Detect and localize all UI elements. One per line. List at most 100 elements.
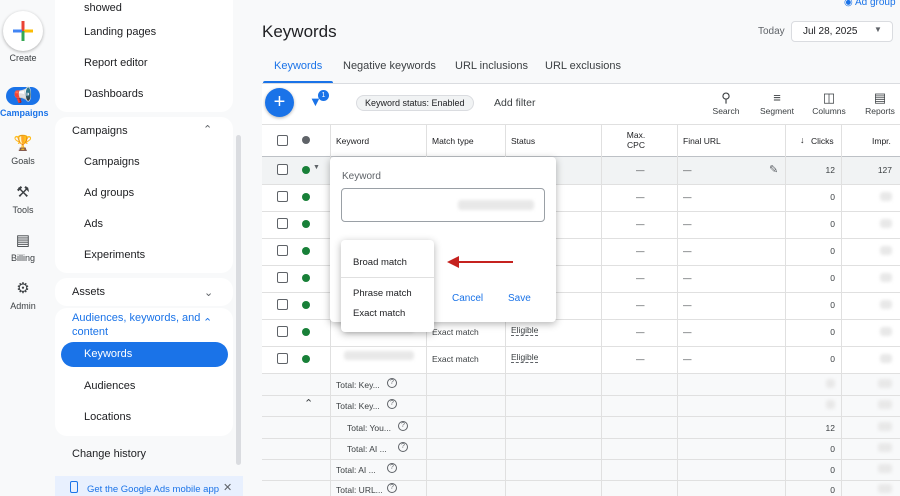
search-icon: ⚲	[721, 90, 731, 105]
filter-chip-status[interactable]: Keyword status: Enabled	[356, 95, 474, 111]
col-header-keyword[interactable]: Keyword	[336, 136, 369, 146]
total-impr-redacted	[878, 422, 892, 431]
help-icon[interactable]: ?	[387, 483, 397, 493]
row-checkbox[interactable]	[277, 245, 288, 256]
clicks-cell: 0	[830, 192, 835, 202]
col-header-clicks[interactable]: Clicks	[811, 136, 834, 146]
tab-keywords[interactable]: Keywords	[274, 60, 322, 72]
col-header-final-url[interactable]: Final URL	[683, 136, 721, 146]
final-url-cell: —	[683, 219, 692, 229]
help-icon[interactable]: ?	[387, 399, 397, 409]
nav-item-audiences[interactable]: Audiences	[84, 380, 135, 392]
nav-item-experiments[interactable]: Experiments	[84, 249, 145, 261]
mobile-app-link[interactable]: Get the Google Ads mobile app	[87, 484, 219, 495]
total-impr-redacted	[878, 443, 892, 452]
rail-item-tools[interactable]: ⚒ Tools	[0, 184, 46, 215]
clicks-cell: 0	[830, 246, 835, 256]
chevron-up-icon[interactable]: ⌃	[203, 316, 212, 329]
status-enabled-dot	[302, 301, 310, 309]
tab-url-inclusions[interactable]: URL inclusions	[455, 60, 528, 72]
rail-item-label: Campaigns	[0, 108, 49, 118]
rail-item-goals[interactable]: 🏆 Goals	[0, 135, 46, 166]
status-enabled-dot	[302, 274, 310, 282]
toolbar-search[interactable]: ⚲ Search	[708, 90, 744, 116]
nav-item-locations[interactable]: Locations	[84, 411, 131, 423]
create-button[interactable]	[3, 11, 43, 51]
status-dropdown-icon[interactable]: ▼	[313, 164, 320, 171]
dropdown-arrow-icon: ▼	[874, 25, 882, 34]
nav-item-ad-groups[interactable]: Ad groups	[84, 187, 134, 199]
toolbar-reports-label: Reports	[865, 106, 895, 116]
row-checkbox[interactable]	[277, 272, 288, 283]
phone-icon	[70, 481, 78, 493]
help-icon[interactable]: ?	[398, 421, 408, 431]
col-header-match-type[interactable]: Match type	[432, 136, 474, 146]
add-keyword-button[interactable]: +	[265, 88, 294, 117]
chevron-up-icon[interactable]: ⌃	[203, 123, 212, 136]
max-cpc-cell: —	[636, 300, 645, 310]
max-cpc-cell: —	[636, 354, 645, 364]
nav-section-audiences[interactable]: Audiences, keywords, and content	[72, 311, 202, 339]
menu-item-broad-match[interactable]: Broad match	[353, 257, 407, 268]
keyword-text-redacted	[344, 351, 414, 360]
rail-item-campaigns[interactable]: 📢 Campaigns	[0, 87, 49, 118]
divider	[677, 124, 678, 496]
status-cell[interactable]: Eligible	[511, 352, 539, 363]
toolbar-segment[interactable]: ≡ Segment	[757, 90, 797, 116]
row-checkbox[interactable]	[277, 191, 288, 202]
row-checkbox[interactable]	[277, 353, 288, 364]
max-cpc-cell: —	[636, 165, 645, 175]
rail-item-admin[interactable]: ⚙ Admin	[0, 280, 46, 311]
nav-item-change-history[interactable]: Change history	[72, 448, 146, 460]
row-checkbox[interactable]	[277, 326, 288, 337]
row-checkbox[interactable]	[277, 218, 288, 229]
ad-group-link[interactable]: ◉ Ad group	[844, 0, 896, 8]
edit-pencil-icon[interactable]: ✎	[769, 163, 778, 176]
row-checkbox[interactable]	[277, 299, 288, 310]
gear-icon: ⚙	[16, 280, 30, 297]
close-icon[interactable]: ✕	[223, 481, 232, 494]
max-cpc-cell: —	[636, 273, 645, 283]
status-cell[interactable]: Eligible	[511, 325, 539, 336]
col-header-status[interactable]: Status	[511, 136, 535, 146]
cancel-button[interactable]: Cancel	[452, 293, 483, 304]
reports-icon: ▤	[873, 90, 887, 105]
max-cpc-cell: —	[636, 219, 645, 229]
tab-negative-keywords[interactable]: Negative keywords	[343, 60, 436, 72]
col-header-max-cpc[interactable]: Max. CPC	[623, 130, 649, 150]
nav-item-campaigns[interactable]: Campaigns	[84, 156, 140, 168]
row-checkbox[interactable]	[277, 164, 288, 175]
toolbar-columns[interactable]: ◫ Columns	[809, 90, 849, 116]
nav-scrollbar[interactable]	[236, 135, 241, 465]
match-type-cell: Exact match	[432, 327, 479, 337]
divider	[341, 277, 434, 278]
help-icon[interactable]: ?	[398, 442, 408, 452]
tab-url-exclusions[interactable]: URL exclusions	[545, 60, 621, 72]
nav-item-keywords[interactable]: Keywords	[84, 348, 132, 360]
menu-item-exact-match[interactable]: Exact match	[353, 308, 405, 319]
nav-item-dashboards[interactable]: Dashboards	[84, 88, 143, 100]
help-icon[interactable]: ?	[387, 378, 397, 388]
total-row-label: Total: Key...	[336, 401, 380, 411]
help-icon[interactable]: ?	[387, 463, 397, 473]
rail-item-label: Goals	[11, 156, 35, 166]
add-filter-button[interactable]: Add filter	[494, 97, 535, 109]
chevron-up-icon[interactable]: ⌃	[304, 397, 313, 410]
nav-item-showed[interactable]: showed	[84, 2, 122, 14]
nav-item-report-editor[interactable]: Report editor	[84, 57, 148, 69]
save-button[interactable]: Save	[508, 293, 531, 304]
rail-item-billing[interactable]: ▤ Billing	[0, 232, 46, 263]
select-all-checkbox[interactable]	[277, 135, 288, 146]
nav-item-landing-pages[interactable]: Landing pages	[84, 26, 156, 38]
divider	[841, 124, 842, 496]
nav-section-assets[interactable]: Assets	[72, 286, 105, 298]
nav-item-ads[interactable]: Ads	[84, 218, 103, 230]
toolbar-reports[interactable]: ▤ Reports	[860, 90, 900, 116]
table-totals-area	[262, 374, 900, 496]
col-header-impr[interactable]: Impr.	[872, 136, 891, 146]
menu-item-phrase-match[interactable]: Phrase match	[353, 288, 412, 299]
nav-section-campaigns[interactable]: Campaigns	[72, 125, 128, 137]
chevron-down-icon[interactable]: ⌄	[204, 286, 213, 299]
clicks-cell: 0	[830, 219, 835, 229]
total-clicks-cell: 0	[830, 444, 835, 454]
